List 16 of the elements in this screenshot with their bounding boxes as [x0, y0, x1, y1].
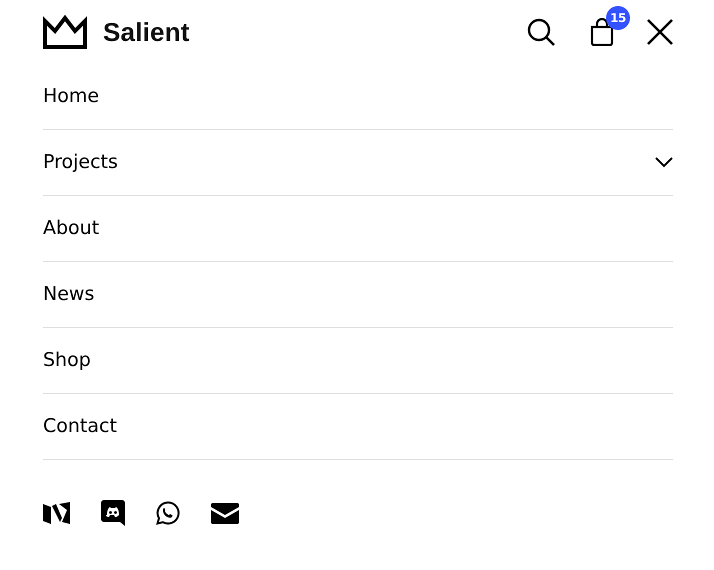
close-icon[interactable] — [647, 19, 673, 45]
brand-name[interactable]: Salient — [103, 12, 190, 52]
chevron-down-icon[interactable] — [655, 157, 673, 168]
menu-link[interactable]: About — [43, 214, 100, 243]
search-icon[interactable] — [527, 18, 555, 46]
menu-link[interactable]: Shop — [43, 346, 91, 375]
discord-icon[interactable] — [101, 500, 125, 526]
crown-logo-icon[interactable] — [43, 15, 87, 49]
whatsapp-icon[interactable] — [156, 501, 180, 525]
menu-link[interactable]: Projects — [43, 148, 118, 177]
mail-icon[interactable] — [211, 502, 239, 524]
menu-link[interactable]: Home — [43, 82, 100, 111]
menu-link[interactable]: Contact — [43, 412, 117, 441]
medium-icon[interactable] — [43, 502, 70, 524]
cart-count-badge: 15 — [606, 6, 630, 30]
menu-link[interactable]: News — [43, 280, 94, 309]
